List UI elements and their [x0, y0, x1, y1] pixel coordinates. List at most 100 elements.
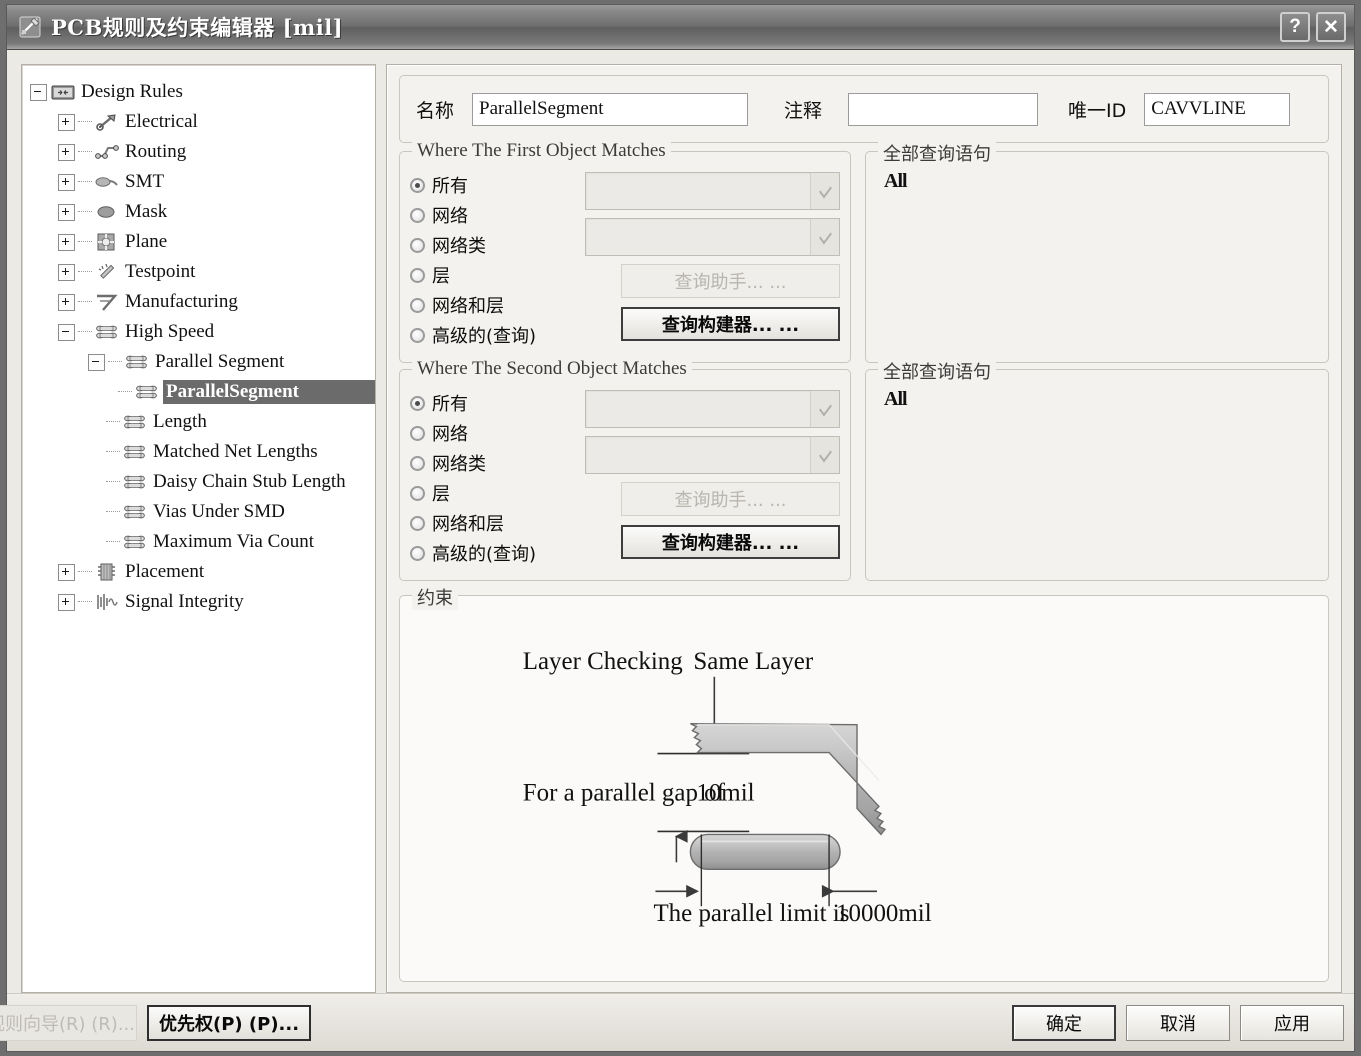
- design-rules-tree[interactable]: Design Rules Electrical Routing SMT Mask…: [21, 64, 376, 993]
- first-object-radio-group[interactable]: 所有 网络 网络类 层 网络和层 高级的(查询): [410, 168, 585, 354]
- apply-button[interactable]: 应用: [1240, 1004, 1344, 1041]
- cancel-button[interactable]: 取消: [1126, 1004, 1230, 1041]
- expander-icon[interactable]: [58, 173, 75, 191]
- radio-icon[interactable]: [410, 327, 425, 343]
- radio-icon[interactable]: [410, 297, 425, 313]
- radio-icon[interactable]: [410, 207, 425, 223]
- second-object-row: Where The Second Object Matches 所有 网络 网络…: [399, 358, 1329, 581]
- second-query-builder-button[interactable]: 查询构建器... ...: [621, 525, 840, 559]
- expander-icon[interactable]: [88, 353, 105, 371]
- dialog-footer: 规则向导(R) (R)... 优先权(P) (P)... 确定 取消 应用: [0, 993, 1354, 1051]
- close-button[interactable]: ✕: [1316, 12, 1346, 42]
- tree-node-length[interactable]: Length: [30, 407, 371, 437]
- unique-id-input[interactable]: CAVVLINE: [1144, 92, 1291, 126]
- tree-node-matched-net-lengths[interactable]: Matched Net Lengths: [30, 437, 371, 467]
- tree-node-electrical[interactable]: Electrical: [30, 107, 371, 137]
- tree-connector: [106, 451, 120, 453]
- tree-node-manufacturing[interactable]: Manufacturing: [30, 287, 371, 317]
- unique-id-label: 唯一ID: [1068, 99, 1127, 122]
- tree-node-daisy-chain-stub-length[interactable]: Daisy Chain Stub Length: [30, 467, 371, 497]
- expander-icon[interactable]: [58, 563, 75, 581]
- expander-icon[interactable]: [30, 83, 47, 101]
- radio-icon[interactable]: [410, 267, 425, 283]
- tree-node-mask[interactable]: Mask: [30, 197, 371, 227]
- tree-node-signal-integrity[interactable]: Signal Integrity: [30, 587, 371, 617]
- radio-second-advanced-query[interactable]: 高级的(查询): [410, 538, 585, 568]
- radio-icon[interactable]: [410, 177, 425, 193]
- rule-name-input[interactable]: ParallelSegment: [472, 92, 749, 126]
- chevron-down-icon[interactable]: [810, 391, 839, 427]
- tree-node-high-speed[interactable]: High Speed: [30, 317, 371, 347]
- signal-integrity-icon: [94, 592, 120, 612]
- second-query-title: 全部查询语句: [878, 358, 996, 384]
- radio-icon[interactable]: [410, 425, 425, 441]
- second-net-class-combo[interactable]: [585, 436, 840, 474]
- radio-icon[interactable]: [410, 485, 425, 501]
- radio-label: 层: [432, 266, 450, 287]
- tree-label: Placement: [125, 561, 205, 582]
- radio-first-net-class[interactable]: 网络类: [410, 230, 585, 260]
- chevron-down-icon[interactable]: [810, 437, 839, 473]
- first-object-col: Where The First Object Matches 所有 网络 网络类…: [399, 140, 851, 363]
- first-query-builder-button[interactable]: 查询构建器... ...: [621, 307, 840, 341]
- tree-node-parallel-segment[interactable]: Parallel Segment: [30, 347, 371, 377]
- second-object-title: Where The Second Object Matches: [412, 358, 692, 380]
- radio-second-net[interactable]: 网络: [410, 418, 585, 448]
- tree-node-plane[interactable]: Plane: [30, 227, 371, 257]
- expander-icon[interactable]: [58, 593, 75, 611]
- radio-label: 网络和层: [432, 296, 504, 317]
- radio-label: 网络: [432, 206, 468, 227]
- help-button[interactable]: ?: [1280, 12, 1310, 42]
- tree-label: Design Rules: [81, 81, 183, 102]
- ok-button[interactable]: 确定: [1012, 1004, 1116, 1041]
- radio-first-advanced-query[interactable]: 高级的(查询): [410, 320, 585, 350]
- chevron-down-icon[interactable]: [810, 173, 839, 209]
- first-net-combo[interactable]: [585, 172, 840, 210]
- highspeed-icon: [122, 472, 148, 492]
- radio-icon[interactable]: [410, 395, 425, 411]
- tree-node-parallelsegment-rule[interactable]: ParallelSegment: [30, 377, 375, 407]
- radio-icon[interactable]: [410, 545, 425, 561]
- tree-connector: [78, 211, 92, 213]
- radio-second-net-class[interactable]: 网络类: [410, 448, 585, 478]
- radio-second-all[interactable]: 所有: [410, 388, 585, 418]
- first-query-title: 全部查询语句: [878, 140, 996, 166]
- radio-second-layer[interactable]: 层: [410, 478, 585, 508]
- constraint-title: 约束: [412, 584, 458, 610]
- radio-label: 所有: [432, 394, 468, 415]
- second-object-controls: 查询助手... ... 查询构建器... ...: [585, 386, 840, 572]
- chevron-down-icon[interactable]: [810, 219, 839, 255]
- radio-icon[interactable]: [410, 237, 425, 253]
- radio-first-layer[interactable]: 层: [410, 260, 585, 290]
- radio-first-net[interactable]: 网络: [410, 200, 585, 230]
- expander-icon[interactable]: [58, 323, 75, 341]
- second-net-combo[interactable]: [585, 390, 840, 428]
- radio-icon[interactable]: [410, 455, 425, 471]
- second-object-radio-group[interactable]: 所有 网络 网络类 层 网络和层 高级的(查询): [410, 386, 585, 572]
- tree-node-smt[interactable]: SMT: [30, 167, 371, 197]
- priority-button[interactable]: 优先权(P) (P)...: [147, 1004, 312, 1041]
- expander-icon[interactable]: [58, 143, 75, 161]
- expander-icon[interactable]: [58, 293, 75, 311]
- tree-node-routing[interactable]: Routing: [30, 137, 371, 167]
- tree-node-testpoint[interactable]: Testpoint: [30, 257, 371, 287]
- tree-node-placement[interactable]: Placement: [30, 557, 371, 587]
- radio-second-net-and-layer[interactable]: 网络和层: [410, 508, 585, 538]
- plane-icon: [94, 232, 120, 252]
- testpoint-icon: [94, 262, 120, 282]
- tree-node-design-rules[interactable]: Design Rules: [30, 77, 371, 107]
- constraint-diagram: Layer Checking Same Layer For a parallel…: [523, 648, 932, 927]
- first-net-class-combo[interactable]: [585, 218, 840, 256]
- expander-icon[interactable]: [58, 263, 75, 281]
- radio-first-net-and-layer[interactable]: 网络和层: [410, 290, 585, 320]
- tree-node-maximum-via-count[interactable]: Maximum Via Count: [30, 527, 371, 557]
- rule-editor-panel: 名称 ParallelSegment 注释 唯一ID CAVVLINE Wher…: [386, 64, 1342, 993]
- parallel-gap-value: 10mil: [696, 779, 754, 806]
- expander-icon[interactable]: [58, 233, 75, 251]
- expander-icon[interactable]: [58, 203, 75, 221]
- radio-first-all[interactable]: 所有: [410, 170, 585, 200]
- expander-icon[interactable]: [58, 113, 75, 131]
- tree-node-vias-under-smd[interactable]: Vias Under SMD: [30, 497, 371, 527]
- rule-comment-input[interactable]: [848, 92, 1039, 126]
- radio-icon[interactable]: [410, 515, 425, 531]
